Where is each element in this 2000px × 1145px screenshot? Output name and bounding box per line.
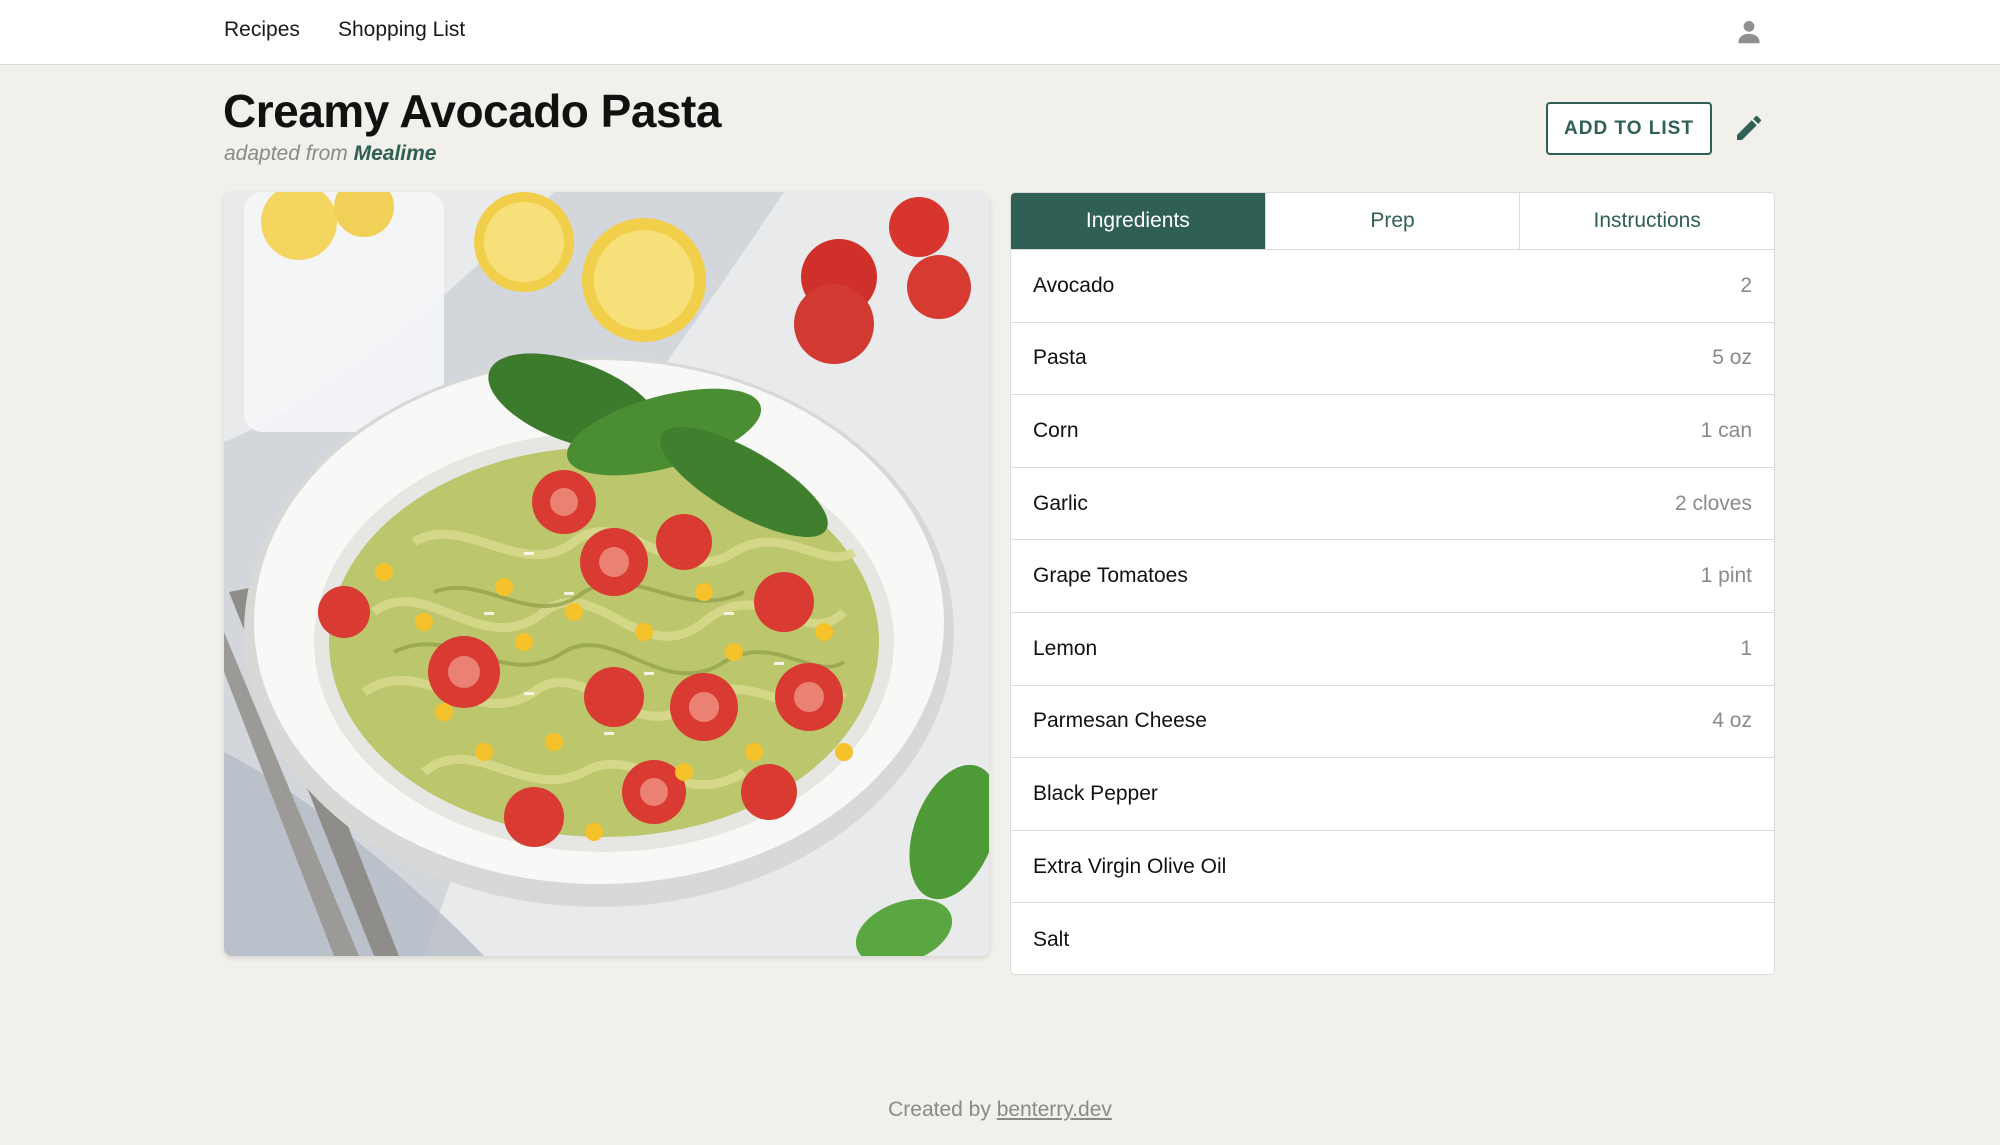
footer-author-link[interactable]: benterry.dev: [997, 1098, 1112, 1121]
ingredient-quantity: 1 can: [1700, 418, 1752, 442]
ingredient-list: Avocado 2 Pasta 5 oz Corn 1 can Garlic 2…: [1011, 250, 1774, 974]
ingredient-name: Corn: [1033, 418, 1079, 442]
ingredient-name: Parmesan Cheese: [1033, 709, 1207, 733]
recipe-attribution: adapted from Mealime: [224, 142, 436, 166]
ingredient-row: Black Pepper: [1011, 758, 1774, 831]
pencil-icon[interactable]: [1733, 112, 1765, 144]
ingredient-quantity: 5 oz: [1712, 346, 1752, 370]
top-nav: Recipes Shopping List: [0, 0, 2000, 65]
tab-ingredients[interactable]: Ingredients: [1011, 193, 1266, 249]
footer: Created by benterry.dev: [0, 1098, 2000, 1122]
ingredient-quantity: 2: [1740, 273, 1752, 297]
tab-prep[interactable]: Prep: [1265, 193, 1521, 249]
ingredient-row: Lemon 1: [1011, 613, 1774, 686]
ingredient-row: Garlic 2 cloves: [1011, 468, 1774, 541]
ingredient-row: Grape Tomatoes 1 pint: [1011, 540, 1774, 613]
footer-credit-label: Created by: [888, 1098, 991, 1121]
ingredient-name: Avocado: [1033, 273, 1115, 297]
ingredient-name: Garlic: [1033, 491, 1088, 515]
recipe-details-panel: Ingredients Prep Instructions Avocado 2 …: [1010, 192, 1775, 975]
add-to-list-button[interactable]: ADD TO LIST: [1546, 102, 1712, 155]
ingredient-quantity: 1: [1740, 636, 1752, 660]
recipe-tabs: Ingredients Prep Instructions: [1011, 193, 1774, 250]
ingredient-row: Avocado 2: [1011, 250, 1774, 323]
ingredient-row: Extra Virgin Olive Oil: [1011, 831, 1774, 904]
ingredient-quantity: 1 pint: [1700, 564, 1752, 588]
recipe-title: Creamy Avocado Pasta: [223, 85, 721, 137]
ingredient-row: Pasta 5 oz: [1011, 323, 1774, 396]
ingredient-row: Parmesan Cheese 4 oz: [1011, 686, 1774, 759]
ingredient-quantity: 2 cloves: [1674, 491, 1752, 515]
nav-link-recipes[interactable]: Recipes: [224, 18, 300, 42]
ingredient-name: Black Pepper: [1033, 781, 1158, 805]
user-icon[interactable]: [1734, 17, 1764, 47]
ingredient-name: Pasta: [1033, 346, 1087, 370]
ingredient-row: Corn 1 can: [1011, 395, 1774, 468]
ingredient-name: Grape Tomatoes: [1033, 564, 1188, 588]
ingredient-quantity: 4 oz: [1712, 709, 1752, 733]
adapted-from-label: adapted from: [224, 142, 348, 165]
ingredient-name: Salt: [1033, 927, 1070, 951]
pasta-bowl-image: [224, 192, 989, 956]
recipe-photo: [224, 192, 989, 956]
source-link[interactable]: Mealime: [354, 142, 437, 165]
nav-link-shopping-list[interactable]: Shopping List: [338, 18, 465, 42]
tab-instructions[interactable]: Instructions: [1520, 193, 1774, 249]
ingredient-row: Salt: [1011, 903, 1774, 974]
ingredient-name: Lemon: [1033, 636, 1098, 660]
ingredient-name: Extra Virgin Olive Oil: [1033, 854, 1227, 878]
